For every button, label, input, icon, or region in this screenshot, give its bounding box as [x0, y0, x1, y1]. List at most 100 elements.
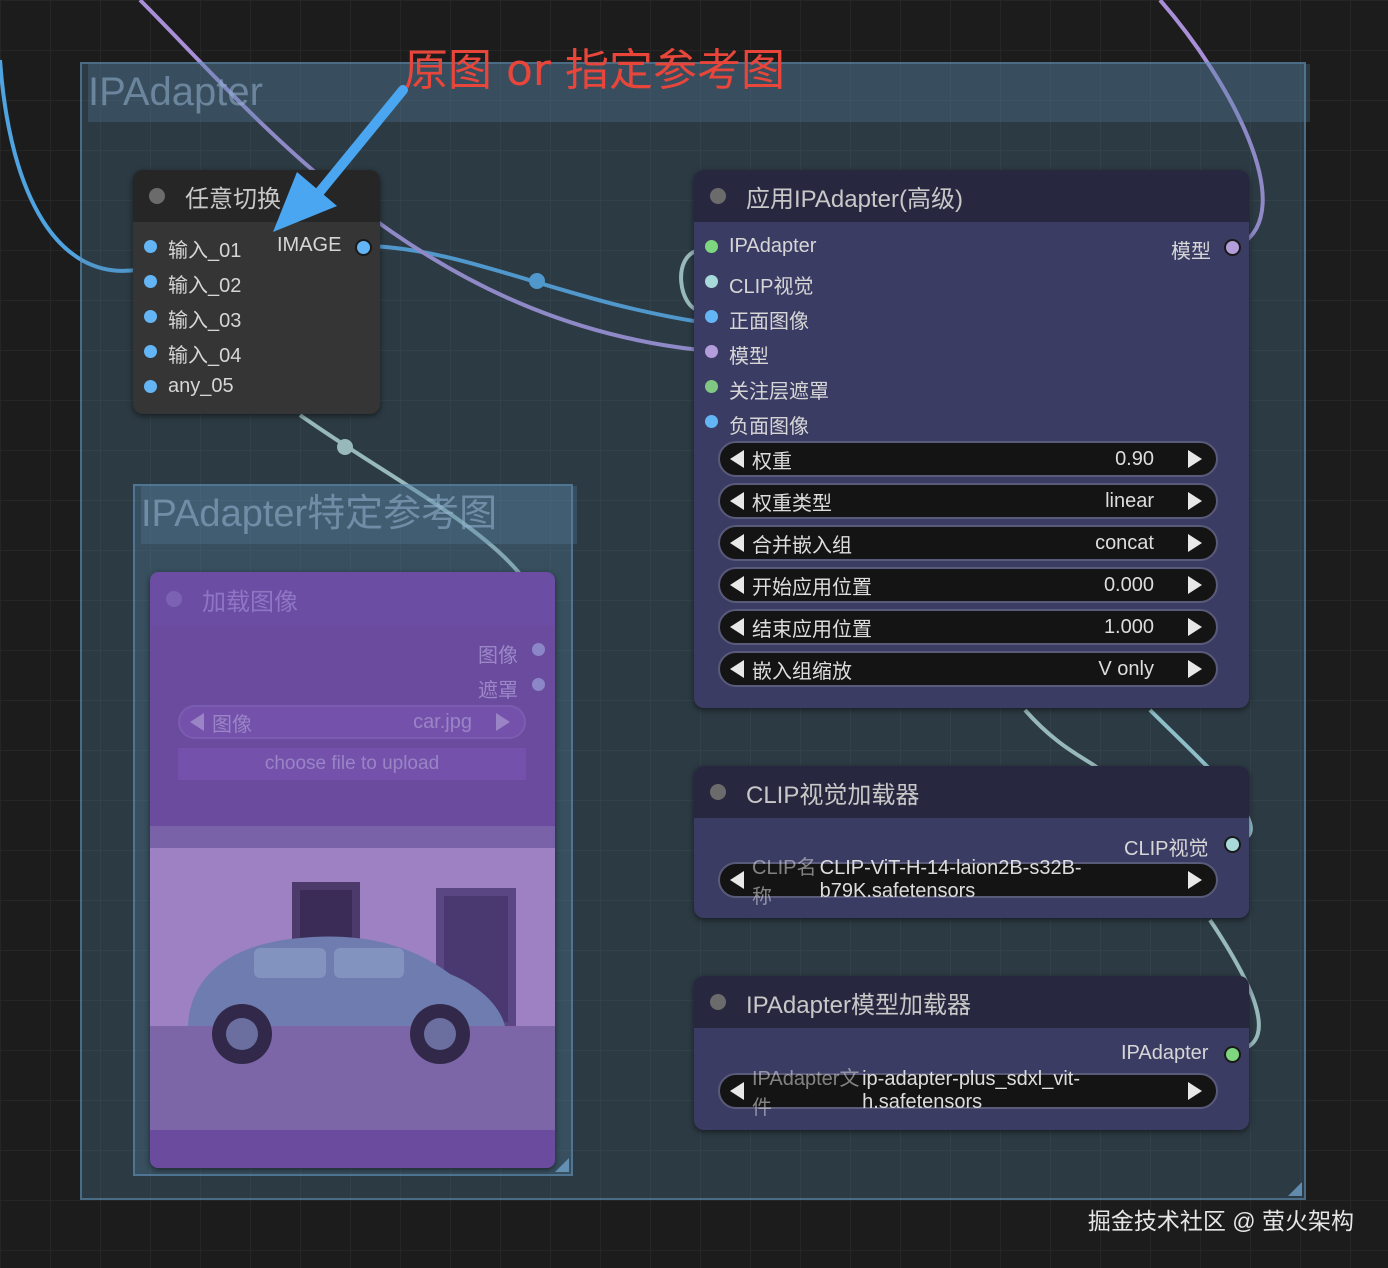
input-label: 模型 [729, 346, 769, 368]
node-title-bar[interactable]: 应用IPAdapter(高级) [694, 170, 1249, 222]
collapse-dot[interactable] [166, 591, 182, 607]
group-resize-handle[interactable] [555, 1158, 569, 1172]
input-socket[interactable] [705, 240, 718, 253]
widget-label: 嵌入组缩放 [752, 660, 852, 683]
collapse-dot[interactable] [710, 784, 726, 800]
output-socket[interactable] [1224, 239, 1241, 256]
upload-label: choose file to upload [264, 753, 440, 774]
widget-label: 权重 [752, 450, 792, 473]
widget-value: 1.000 [1103, 615, 1154, 638]
annotation-label: 原图 or 指定参考图 [404, 45, 785, 96]
input-label: 正面图像 [729, 311, 809, 333]
node-title: IPAdapter模型加载器 [746, 991, 971, 1019]
widget-label: IPAdapter文件 [752, 1068, 860, 1119]
increment-arrow[interactable] [1188, 660, 1202, 678]
weight-widget[interactable]: 权重 0.90 [718, 441, 1218, 477]
input-label: IPAdapter [729, 235, 817, 257]
decrement-arrow[interactable] [730, 576, 744, 594]
group-title: IPAdapter特定参考图 [141, 486, 577, 544]
input-socket[interactable] [705, 415, 718, 428]
decrement-arrow[interactable] [730, 1082, 744, 1100]
output-label: IPAdapter [1121, 1042, 1209, 1064]
node-title-bar[interactable]: CLIP视觉加载器 [694, 766, 1249, 818]
input-label: any_05 [168, 375, 234, 397]
start-at-widget[interactable]: 开始应用位置 0.000 [718, 567, 1218, 603]
input-socket[interactable] [144, 380, 157, 393]
increment-arrow[interactable] [1188, 576, 1202, 594]
input-label: 关注层遮罩 [729, 381, 829, 403]
widget-value: ip-adapter-plus_sdxl_vit-h.safetensors [862, 1068, 1080, 1113]
widget-label: 权重类型 [752, 492, 832, 515]
decrement-arrow[interactable] [730, 492, 744, 510]
input-label: 输入_01 [168, 240, 242, 262]
load-image-node[interactable]: 加载图像 图像 遮罩 图像 car.jpg choose file to upl… [150, 572, 555, 1168]
input-socket[interactable] [144, 275, 157, 288]
input-label: 输入_02 [168, 275, 242, 297]
widget-label: 合并嵌入组 [752, 534, 852, 557]
node-title: 加载图像 [202, 588, 298, 616]
ipadapter-file-combo[interactable]: IPAdapter文件 ip-adapter-plus_sdxl_vit-h.s… [718, 1068, 1218, 1119]
widget-value: 0.90 [1115, 447, 1154, 470]
widget-value: concat [1095, 531, 1154, 554]
input-socket[interactable] [144, 345, 157, 358]
input-socket[interactable] [705, 380, 718, 393]
output-label: 遮罩 [478, 680, 518, 702]
widget-label: CLIP名称 [752, 857, 817, 908]
output-socket[interactable] [1224, 836, 1241, 853]
increment-arrow[interactable] [1188, 1082, 1202, 1100]
widget-label: 图像 [212, 713, 252, 736]
collapse-dot[interactable] [710, 188, 726, 204]
input-label: 输入_04 [168, 345, 242, 367]
output-label: 模型 [1171, 241, 1211, 263]
increment-arrow[interactable] [1188, 450, 1202, 468]
input-label: 输入_03 [168, 310, 242, 332]
embeds-scaling-widget[interactable]: 嵌入组缩放 V only [718, 651, 1218, 687]
decrement-arrow[interactable] [730, 618, 744, 636]
output-socket[interactable] [532, 678, 545, 691]
image-select-combo[interactable]: 图像 car.jpg [178, 705, 526, 739]
output-socket[interactable] [532, 643, 545, 656]
output-socket[interactable] [1224, 1046, 1241, 1063]
input-socket[interactable] [705, 310, 718, 323]
node-title: 应用IPAdapter(高级) [746, 185, 963, 213]
node-title-bar[interactable]: IPAdapter模型加载器 [694, 976, 1249, 1028]
watermark: 掘金技术社区 @ 萤火架构 [1087, 1208, 1354, 1234]
collapse-dot[interactable] [149, 188, 165, 204]
decrement-arrow[interactable] [730, 534, 744, 552]
node-title: CLIP视觉加载器 [746, 781, 920, 809]
end-at-widget[interactable]: 结束应用位置 1.000 [718, 609, 1218, 645]
input-socket[interactable] [144, 240, 157, 253]
widget-label: 结束应用位置 [752, 618, 872, 641]
widget-label: 开始应用位置 [752, 576, 872, 599]
ipadapter-model-loader-node[interactable]: IPAdapter模型加载器 IPAdapter IPAdapter文件 ip-… [694, 976, 1249, 1130]
collapse-dot[interactable] [710, 994, 726, 1010]
image-preview [150, 826, 555, 1130]
widget-value: car.jpg [413, 710, 472, 733]
apply-ipadapter-node[interactable]: 应用IPAdapter(高级) IPAdapter CLIP视觉 正面图像 模型… [694, 170, 1249, 708]
decrement-arrow[interactable] [730, 871, 744, 889]
increment-arrow[interactable] [1188, 871, 1202, 889]
widget-value: 0.000 [1103, 573, 1154, 596]
annotation-arrow-icon [273, 85, 408, 232]
clip-name-combo[interactable]: CLIP名称 CLIP-ViT-H-14-laion2B-s32B-b79K.s… [718, 857, 1218, 908]
input-label: 负面图像 [729, 416, 809, 438]
combine-embeds-widget[interactable]: 合并嵌入组 concat [718, 525, 1218, 561]
input-label: CLIP视觉 [729, 276, 814, 298]
widget-value: linear [1105, 489, 1154, 512]
weight-type-widget[interactable]: 权重类型 linear [718, 483, 1218, 519]
decrement-arrow[interactable] [730, 660, 744, 678]
upload-button[interactable]: choose file to upload [178, 748, 526, 780]
increment-arrow[interactable] [1188, 618, 1202, 636]
input-socket[interactable] [705, 275, 718, 288]
output-label: 图像 [478, 645, 518, 667]
increment-arrow[interactable] [1188, 492, 1202, 510]
widget-value: V only [1098, 657, 1154, 680]
input-socket[interactable] [705, 345, 718, 358]
increment-arrow[interactable] [1188, 534, 1202, 552]
group-resize-handle[interactable] [1288, 1182, 1302, 1196]
input-socket[interactable] [144, 310, 157, 323]
decrement-arrow[interactable] [730, 450, 744, 468]
widget-value: CLIP-ViT-H-14-laion2B-s32B-b79K.safetens… [819, 857, 1082, 902]
clip-vision-loader-node[interactable]: CLIP视觉加载器 CLIP视觉 CLIP名称 CLIP-ViT-H-14-la… [694, 766, 1249, 918]
node-title-bar[interactable]: 加载图像 [150, 572, 555, 626]
